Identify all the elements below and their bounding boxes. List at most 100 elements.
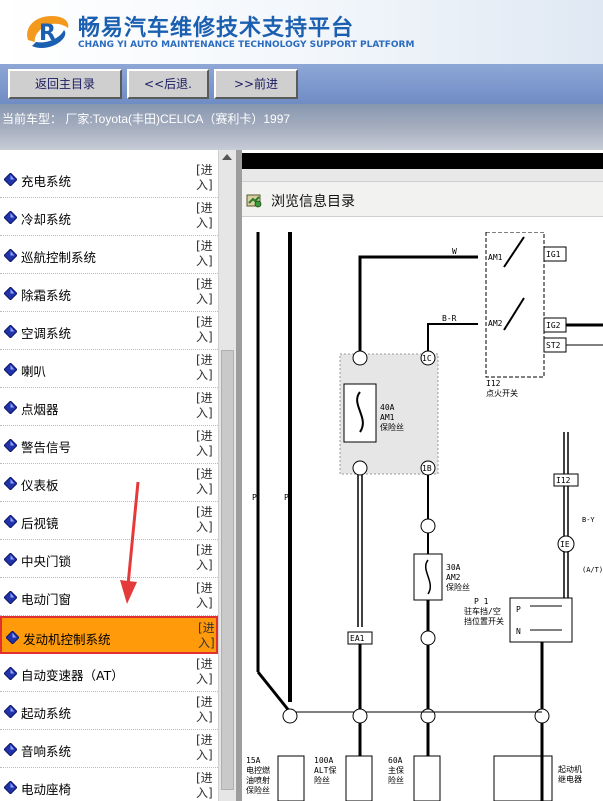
enter-link[interactable]: [进 入] <box>198 621 216 651</box>
sidebar-item-label[interactable]: 后视镜 <box>21 513 59 532</box>
fuse-60a-amp: 60A <box>388 756 403 765</box>
sidebar-item[interactable]: 起动系统 [进 入] <box>0 692 218 730</box>
svg-text:R: R <box>39 21 56 46</box>
current-vehicle-text: 当前车型： 厂家:Toyota(丰田)CELICA（赛利卡）1997 <box>2 112 291 126</box>
wire-label-p2: P <box>284 493 289 502</box>
enter-link[interactable]: [进 入] <box>196 657 214 687</box>
sidebar-item[interactable]: 音响系统 [进 入] <box>0 730 218 768</box>
sidebar-item-label[interactable]: 自动变速器（AT） <box>21 665 124 684</box>
sidebar-item-label[interactable]: 除霜系统 <box>21 285 71 304</box>
fuse-15a-d1: 电控燃 <box>246 765 270 775</box>
node-ie: IE <box>560 540 570 549</box>
sidebar-item[interactable]: 自动变速器（AT） [进 入] <box>0 654 218 692</box>
sidebar-item[interactable]: 除霜系统 [进 入] <box>0 274 218 312</box>
toolbar: 返回主目录 <<后退. >>前进 <box>0 64 603 104</box>
fuse-60a-d1: 主保 <box>388 765 404 775</box>
enter-link[interactable]: [进 入] <box>196 581 214 611</box>
enter-link[interactable]: [进 入] <box>196 543 214 573</box>
diamond-bullet-icon <box>4 743 17 756</box>
content-gap <box>242 169 603 181</box>
node-1b: 1B <box>422 464 432 473</box>
home-button[interactable]: 返回主目录 <box>8 69 122 99</box>
sidebar-item-label[interactable]: 电动门窗 <box>21 589 71 608</box>
diamond-bullet-icon <box>4 705 17 718</box>
app-title: 畅易汽车维修技术支持平台 <box>78 16 355 41</box>
fuse-40a-name: AM1 <box>380 413 395 422</box>
diamond-bullet-icon <box>6 631 19 644</box>
enter-link[interactable]: [进 入] <box>196 505 214 535</box>
diamond-bullet-icon <box>4 249 17 262</box>
scroll-thumb[interactable] <box>221 350 234 790</box>
sidebar-item[interactable]: 冷却系统 [进 入] <box>0 198 218 236</box>
sidebar-item-label[interactable]: 音响系统 <box>21 741 71 760</box>
diamond-bullet-icon <box>4 173 17 186</box>
sidebar-item[interactable]: 空调系统 [进 入] <box>0 312 218 350</box>
sidebar-item-label[interactable]: 充电系统 <box>21 171 71 190</box>
diamond-bullet-icon <box>4 553 17 566</box>
sidebar-item-label[interactable]: 电动座椅 <box>21 779 71 798</box>
fuse-30a-cn: 保险丝 <box>446 582 470 592</box>
st2-label: ST2 <box>546 341 561 350</box>
fuse-40a-amp: 40A <box>380 403 395 412</box>
enter-link[interactable]: [进 入] <box>196 315 214 345</box>
sidebar-item-label[interactable]: 发动机控制系统 <box>23 629 111 648</box>
fuse-60a-d2: 险丝 <box>388 775 404 785</box>
sidebar-item-label[interactable]: 起动系统 <box>21 703 71 722</box>
switch-p-label: P <box>516 605 521 614</box>
fuse-15a-d3: 保险丝 <box>246 785 270 795</box>
back-button[interactable]: <<后退. <box>127 69 209 99</box>
sidebar-item[interactable]: 喇叭 [进 入] <box>0 350 218 388</box>
enter-link[interactable]: [进 入] <box>196 695 214 725</box>
sidebar-item[interactable]: 警告信号 [进 入] <box>0 426 218 464</box>
scroll-up-icon[interactable] <box>222 154 232 160</box>
sidebar-item-label[interactable]: 喇叭 <box>21 361 46 380</box>
sidebar-item-label[interactable]: 空调系统 <box>21 323 71 342</box>
browse-folder-icon <box>246 194 262 208</box>
sidebar-item[interactable]: 充电系统 [进 入] <box>0 160 218 198</box>
p1-label: P 1 <box>474 597 489 606</box>
enter-link[interactable]: [进 入] <box>196 467 214 497</box>
enter-link[interactable]: [进 入] <box>196 429 214 459</box>
sidebar-item[interactable]: 巡航控制系统 [进 入] <box>0 236 218 274</box>
sidebar-item-label[interactable]: 点烟器 <box>21 399 59 418</box>
sidebar-item-label[interactable]: 冷却系统 <box>21 209 71 228</box>
enter-link[interactable]: [进 入] <box>196 771 214 801</box>
sidebar-item-label[interactable]: 警告信号 <box>21 437 71 456</box>
sidebar-item-label[interactable]: 巡航控制系统 <box>21 247 96 266</box>
browse-directory-header[interactable]: 浏览信息目录 <box>242 181 603 217</box>
sidebar-item[interactable]: 中央门锁 [进 入] <box>0 540 218 578</box>
p1-desc2: 挡位置开关 <box>464 616 504 626</box>
enter-link[interactable]: [进 入] <box>196 733 214 763</box>
ig2-label: IG2 <box>546 321 561 330</box>
diamond-bullet-icon <box>4 781 17 794</box>
relay-label1: 起动机 <box>558 764 582 774</box>
sidebar-item[interactable]: 后视镜 [进 入] <box>0 502 218 540</box>
enter-link[interactable]: [进 入] <box>196 277 214 307</box>
sidebar-item[interactable]: 点烟器 [进 入] <box>0 388 218 426</box>
header-banner: R 畅易汽车维修技术支持平台 CHANG YI AUTO MAINTENANCE… <box>0 0 603 64</box>
sidebar-item[interactable]: 发动机控制系统 [进 入] <box>0 616 218 654</box>
am2-label: AM2 <box>488 319 503 328</box>
fuse-100a-amp: 100A <box>314 756 333 765</box>
enter-link[interactable]: [进 入] <box>196 391 214 421</box>
wire-label-by: B-Y <box>582 516 595 524</box>
switch-n-label: N <box>516 627 521 636</box>
diamond-bullet-icon <box>4 211 17 224</box>
sidebar-item[interactable]: 电动门窗 [进 入] <box>0 578 218 616</box>
fuse-100a-d1: ALT保 <box>314 765 336 775</box>
fuse-40a-cn: 保险丝 <box>380 422 404 432</box>
sidebar-item[interactable]: 电动座椅 [进 入] <box>0 768 218 801</box>
current-vehicle-bar: 当前车型： 厂家:Toyota(丰田)CELICA（赛利卡）1997 <box>0 104 603 150</box>
sidebar-menu: 充电系统 [进 入] 冷却系统 [进 入] 巡航控制系统 [进 入] 除霜系统 [进 入] 空调… <box>0 150 218 801</box>
sidebar-item-label[interactable]: 仪表板 <box>21 475 59 494</box>
wire-label-w: W <box>452 247 457 256</box>
sidebar-item-label[interactable]: 中央门锁 <box>21 551 71 570</box>
enter-link[interactable]: [进 入] <box>196 239 214 269</box>
enter-link[interactable]: [进 入] <box>196 163 214 193</box>
sidebar-scrollbar[interactable] <box>218 150 236 801</box>
forward-button[interactable]: >>前进 <box>214 69 298 99</box>
sidebar-item[interactable]: 仪表板 [进 入] <box>0 464 218 502</box>
enter-link[interactable]: [进 入] <box>196 353 214 383</box>
diamond-bullet-icon <box>4 287 17 300</box>
enter-link[interactable]: [进 入] <box>196 201 214 231</box>
